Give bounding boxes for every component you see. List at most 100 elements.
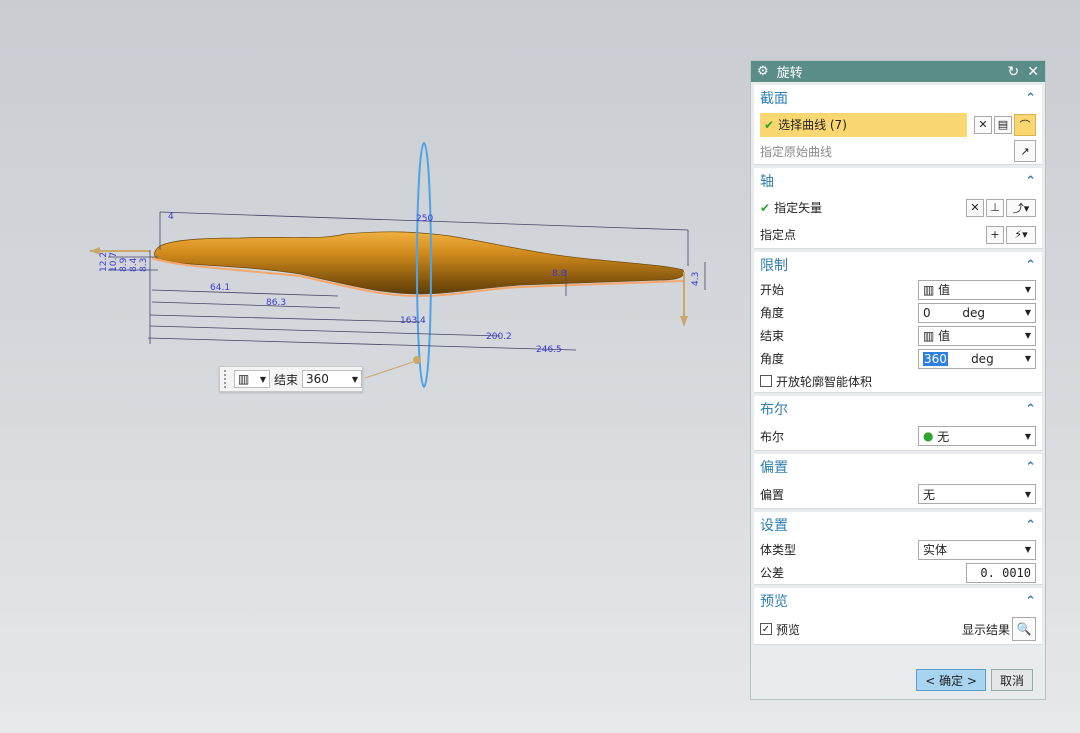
chevron-down-icon: ▼: [1024, 431, 1031, 441]
chevron-down-icon: ▼: [351, 374, 359, 384]
point-dialog-icon[interactable]: +: [986, 225, 1004, 244]
collapse-icon[interactable]: ⌃: [1025, 518, 1036, 533]
boolean-label: 布尔: [760, 429, 785, 444]
collapse-icon[interactable]: ⌃: [1025, 594, 1036, 609]
magnifier-icon: 🔍: [1016, 622, 1032, 636]
show-result-label: 显示结果: [961, 622, 1010, 637]
value-type-icon: ▥: [238, 372, 250, 386]
body-type-dropdown[interactable]: 实体 ▼: [918, 539, 1036, 560]
dim-246: 246.5: [536, 345, 562, 355]
dim-mid-height: 8.8: [552, 269, 567, 279]
check-icon: ✔: [764, 117, 775, 132]
chevron-down-icon: ▼: [1024, 489, 1031, 499]
boolean-value: 无: [937, 429, 950, 444]
end-value-input[interactable]: 360 ▼: [302, 370, 363, 388]
axis-header[interactable]: 轴 ⌃: [754, 168, 1042, 194]
section-header[interactable]: 截面 ⌃: [754, 85, 1042, 111]
boolean-dropdown[interactable]: ● 无 ▼: [918, 426, 1036, 446]
cancel-button[interactable]: 取消: [990, 669, 1033, 691]
value-type-icon: ▥: [923, 282, 939, 297]
original-curve-icon[interactable]: ↗: [1014, 140, 1036, 162]
close-icon[interactable]: ✕: [1027, 64, 1039, 80]
preview-label: 预览: [776, 622, 801, 637]
offset-value: 无: [923, 487, 936, 502]
show-result-button[interactable]: 🔍: [1012, 617, 1036, 641]
dialog-titlebar[interactable]: ⚙ 旋转 ↻ ✕: [751, 61, 1045, 82]
collapse-icon[interactable]: ⌃: [1025, 91, 1036, 106]
end-angle-input[interactable]: 360 deg ▼: [918, 348, 1036, 369]
start-label: 开始: [760, 283, 785, 297]
reverse-direction-icon[interactable]: ✕: [966, 198, 984, 217]
chevron-down-icon: ▼: [1024, 545, 1031, 554]
body-type-label: 体类型: [760, 543, 797, 557]
specify-original-label: 指定原始曲线: [760, 144, 833, 159]
settings-panel: 设置 ⌃ 体类型 实体 ▼ 公差 0. 0010: [754, 512, 1042, 585]
preview-header-label: 预览: [760, 594, 788, 610]
collapse-icon[interactable]: ⌃: [1025, 460, 1036, 475]
dim-200: 200.2: [486, 332, 512, 342]
section-panel: 截面 ⌃ ✔ 选择曲线 (7) ✕ ▤ ⌒ 指定原始曲线 ↗: [754, 85, 1042, 165]
end-type-dropdown[interactable]: ▥ ▼: [234, 370, 270, 388]
collapse-icon[interactable]: ⌃: [1025, 402, 1036, 417]
dim-left-h1: 12.2: [99, 252, 109, 272]
section-header-label: 截面: [760, 91, 788, 107]
open-profile-checkbox[interactable]: [760, 375, 772, 387]
preview-checkbox[interactable]: ✓: [760, 623, 772, 635]
settings-header[interactable]: 设置 ⌃: [754, 512, 1042, 538]
chevron-down-icon: ▼: [1024, 354, 1031, 363]
gear-icon[interactable]: ⚙: [757, 64, 769, 79]
dim-tip: 4: [168, 212, 174, 222]
tolerance-input[interactable]: 0. 0010: [966, 562, 1036, 583]
dialog-title: 旋转: [776, 66, 803, 81]
chevron-down-icon: ▼: [1024, 308, 1031, 317]
revolve-dialog: ⚙ 旋转 ↻ ✕ 截面 ⌃ ✔ 选择曲线 (7) ✕ ▤ ⌒ 指定原始曲线 ↗: [750, 60, 1046, 700]
chevron-down-icon: ▼: [259, 374, 266, 384]
boolean-header[interactable]: 布尔 ⌃: [754, 396, 1042, 422]
offset-label: 偏置: [760, 487, 785, 502]
open-profile-label: 开放轮廓智能体积: [776, 374, 873, 389]
limits-header[interactable]: 限制 ⌃: [754, 252, 1042, 278]
curve-select-icon[interactable]: ⌒: [1014, 113, 1036, 136]
offset-header[interactable]: 偏置 ⌃: [754, 454, 1042, 480]
end-angle-value: 360: [923, 351, 948, 366]
drag-grip[interactable]: [224, 370, 230, 388]
sketch-section-icon[interactable]: ▤: [994, 115, 1012, 134]
value-type-icon: ▥: [923, 328, 939, 343]
collapse-icon[interactable]: ⌃: [1025, 258, 1036, 273]
start-type-value: 值: [938, 283, 951, 297]
start-angle-input[interactable]: 0 deg ▼: [918, 302, 1036, 323]
dim-86: 86.3: [266, 298, 286, 308]
point-inference-icon[interactable]: ⚡▾: [1006, 225, 1036, 244]
end-angle-mini-toolbar: ▥ ▼ 结束 360 ▼: [219, 366, 363, 392]
limits-panel: 限制 ⌃ 开始 ▥ 值 ▼ 角度 0 deg ▼ 结束 ▥ 值 ▼ 角度 360 deg ▼…: [754, 252, 1042, 393]
vector-dialog-icon[interactable]: ⤴▾: [1006, 198, 1036, 217]
ok-button[interactable]: < 确定 >: [916, 669, 986, 691]
preview-panel: 预览 ⌃ ✓ 预览 显示结果 🔍: [754, 588, 1042, 645]
vector-axis-icon[interactable]: ⊥: [986, 198, 1004, 217]
select-curve-row[interactable]: ✔ 选择曲线 (7): [760, 112, 967, 137]
collapse-icon[interactable]: ⌃: [1025, 174, 1036, 189]
specify-vector-label: 指定矢量: [774, 201, 823, 215]
settings-header-label: 设置: [760, 518, 788, 534]
curve-rule-icon[interactable]: ✕: [974, 115, 992, 134]
offset-dropdown[interactable]: 无 ▼: [918, 484, 1036, 504]
end-type-value: 值: [938, 329, 951, 343]
limits-header-label: 限制: [760, 258, 788, 274]
select-curve-label: 选择曲线 (7): [778, 118, 847, 132]
end-value-text: 360: [306, 372, 329, 386]
axis-panel: 轴 ⌃ ✔ 指定矢量 ✕ ⊥ ⤴▾ 指定点 + ⚡▾: [754, 168, 1042, 249]
preview-header[interactable]: 预览 ⌃: [754, 588, 1042, 614]
check-icon: ✔: [760, 200, 771, 215]
boolean-none-icon: ●: [923, 429, 938, 443]
end-angle-unit: deg: [971, 351, 994, 366]
end-type-dropdown[interactable]: ▥ 值 ▼: [918, 325, 1036, 346]
start-angle-unit: deg: [962, 305, 986, 320]
reset-icon[interactable]: ↻: [1008, 64, 1020, 80]
start-angle-value: 0: [923, 305, 931, 320]
chevron-down-icon: ▼: [1024, 285, 1031, 294]
end-label: 结束: [274, 372, 299, 387]
dim-right-height: 4.3: [691, 272, 701, 286]
boolean-panel: 布尔 ⌃ 布尔 ● 无 ▼: [754, 396, 1042, 451]
start-type-dropdown[interactable]: ▥ 值 ▼: [918, 279, 1036, 300]
dim-left-h4: 8.4: [129, 257, 139, 272]
